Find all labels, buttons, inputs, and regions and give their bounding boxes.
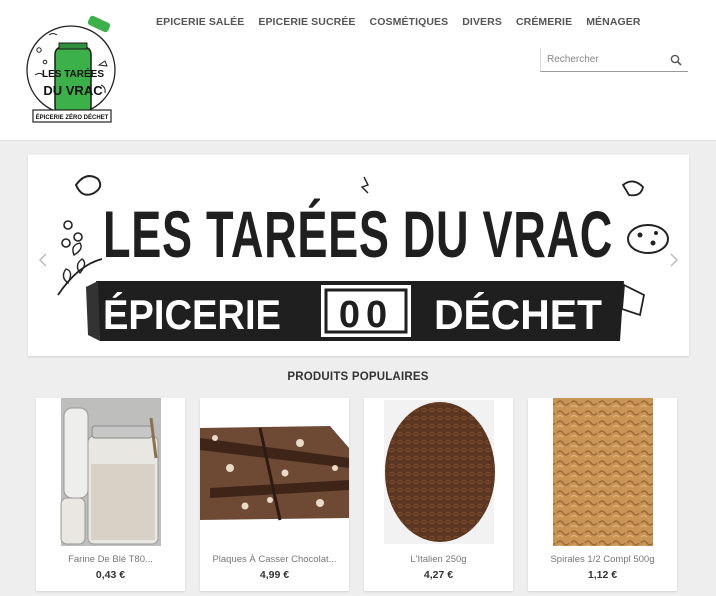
product-list: Farine De Blé T80... 0,43 € Plaques À Ca… bbox=[36, 398, 677, 591]
banner-subtitle-right: DÉCHET bbox=[434, 291, 602, 338]
nav-item-cosmetiques[interactable]: COSMÉTIQUES bbox=[363, 16, 456, 28]
banner-subtitle-mid: 00 bbox=[339, 294, 393, 336]
nav-item-divers[interactable]: DIVERS bbox=[455, 16, 509, 28]
product-name[interactable]: L'Italien 250g bbox=[364, 554, 513, 565]
product-price: 4,27 € bbox=[423, 569, 454, 581]
logo-text-line2: DU VRAC bbox=[43, 83, 103, 98]
logo-ribbon-text: ÉPICERIE ZÉRO DÉCHET bbox=[36, 113, 109, 121]
site-header: LES TARÉES DU VRAC ÉPICERIE ZÉRO DÉCHET … bbox=[0, 0, 716, 141]
product-name[interactable]: Spirales 1/2 Compl 500g bbox=[528, 554, 677, 565]
product-image[interactable] bbox=[364, 398, 513, 546]
search-input[interactable] bbox=[541, 48, 661, 70]
cookie-doodle-icon bbox=[627, 224, 669, 254]
banner-title: LES TARÉES DU VRAC bbox=[103, 197, 613, 271]
product-card[interactable]: L'Italien 250g 4,27 € bbox=[364, 398, 513, 591]
product-card[interactable]: Plaques À Casser Chocolat... 4,99 € bbox=[200, 398, 349, 591]
product-price: 0,43 € bbox=[95, 569, 126, 581]
product-image[interactable] bbox=[200, 398, 349, 546]
product-price: 1,12 € bbox=[587, 569, 618, 581]
search-icon[interactable] bbox=[670, 54, 682, 66]
product-image[interactable] bbox=[528, 398, 677, 546]
hero-banner[interactable]: LES TARÉES DU VRAC ÉPICERIE 00 DÉCHET bbox=[28, 155, 689, 356]
carousel-prev-icon[interactable] bbox=[38, 253, 48, 267]
nav-item-epicerie-salee[interactable]: EPICERIE SALÉE bbox=[149, 16, 251, 28]
nav-item-menager[interactable]: MÉNAGER bbox=[579, 16, 647, 28]
nav-item-cremerie[interactable]: CRÉMERIE bbox=[509, 16, 579, 28]
product-name[interactable]: Plaques À Casser Chocolat... bbox=[200, 554, 349, 565]
banner-subtitle-left: ÉPICERIE bbox=[103, 291, 281, 338]
store-logo[interactable]: LES TARÉES DU VRAC ÉPICERIE ZÉRO DÉCHET bbox=[25, 15, 123, 125]
product-card[interactable]: Spirales 1/2 Compl 500g 1,12 € bbox=[528, 398, 677, 591]
nav-item-epicerie-sucree[interactable]: EPICERIE SUCRÉE bbox=[251, 16, 362, 28]
product-card[interactable]: Farine De Blé T80... 0,43 € bbox=[36, 398, 185, 591]
product-price: 4,99 € bbox=[259, 569, 290, 581]
banner-artwork: LES TARÉES DU VRAC ÉPICERIE 00 DÉCHET bbox=[57, 175, 669, 341]
pasta-doodle-icon bbox=[621, 283, 646, 317]
product-image[interactable] bbox=[36, 398, 185, 546]
product-name[interactable]: Farine De Blé T80... bbox=[36, 554, 185, 565]
search-box bbox=[540, 48, 688, 72]
logo-text-line1: LES TARÉES bbox=[42, 67, 104, 80]
carousel-next-icon[interactable] bbox=[669, 253, 679, 267]
section-title: PRODUITS POPULAIRES bbox=[287, 371, 429, 383]
chip-doodle-icon bbox=[74, 175, 102, 196]
main-nav: EPICERIE SALÉE EPICERIE SUCRÉE COSMÉTIQU… bbox=[149, 16, 648, 28]
